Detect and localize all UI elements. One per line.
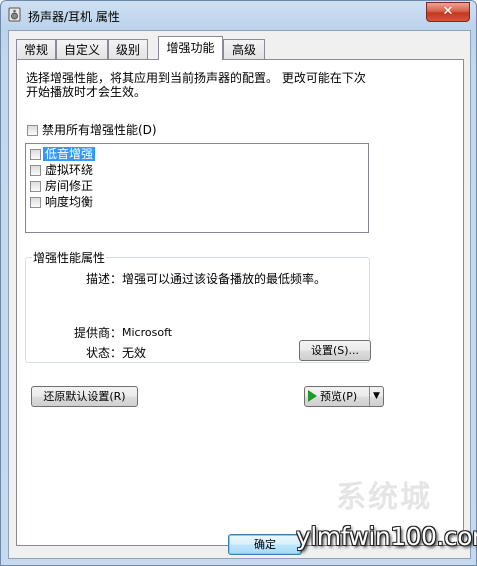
room-correction-label[interactable]: 房间修正 [45,179,93,193]
preview-button-label: 预览(P) [320,390,358,403]
watermark-logo: 系统城 [336,480,432,515]
loudness-equalization-checkbox[interactable] [30,197,41,208]
disable-all-checkbox[interactable] [27,125,38,136]
list-item-bass-boost[interactable]: 低音增强 [26,146,368,162]
restore-defaults-button[interactable]: 还原默认设置(R) [31,386,138,407]
room-correction-checkbox[interactable] [30,181,41,192]
enhancements-list[interactable]: 低音增强 虚拟环绕 房间修正 响度均衡 [25,143,369,233]
tab-enhancements[interactable]: 增强功能 [158,36,223,60]
description-line-2: 开始播放时才会生效。 [26,85,147,99]
title-bar[interactable]: 扬声器/耳机 属性 ✕ [1,1,476,29]
enhancements-description: 选择增强性能，将其应用到当前扬声器的配置。 更改可能在下次 开始播放时才会生效。 [26,71,366,99]
status-value: 无效 [122,346,147,360]
bass-boost-checkbox[interactable] [30,149,41,160]
ok-button[interactable]: 确定 [228,534,302,555]
tab-levels[interactable]: 级别 [108,39,148,59]
provider-value: Microsoft [122,326,173,339]
preview-split-button[interactable]: 预览(P) ▼ [304,386,384,407]
description-label: 描述： [86,272,123,286]
tab-general[interactable]: 常规 [16,39,56,59]
play-icon [308,390,317,402]
virtual-surround-checkbox[interactable] [30,165,41,176]
close-icon: ✕ [442,4,454,19]
settings-button[interactable]: 设置(S)... [299,340,371,361]
loudness-equalization-label[interactable]: 响度均衡 [45,195,93,209]
list-item-loudness-equalization[interactable]: 响度均衡 [26,194,368,210]
window-title: 扬声器/耳机 属性 [28,10,120,24]
description-line-1: 选择增强性能，将其应用到当前扬声器的配置。 更改可能在下次 [26,71,366,85]
provider-label: 提供商： [74,326,123,340]
enhancement-properties-title: 增强性能属性 [32,249,107,266]
speaker-properties-icon [8,7,21,22]
chevron-down-icon[interactable]: ▼ [369,387,383,406]
watermark-text: ylmfwin100.com [296,522,477,551]
tab-advanced[interactable]: 高级 [223,39,265,59]
list-item-room-correction[interactable]: 房间修正 [26,178,368,194]
close-button[interactable]: ✕ [426,2,470,22]
enhancement-properties-group: 增强性能属性 描述： 增强可以通过该设备播放的最低频率。 提供商： Micros… [25,249,371,363]
description-value: 增强可以通过该设备播放的最低频率。 [122,272,327,286]
bass-boost-label[interactable]: 低音增强 [43,147,96,161]
tab-custom[interactable]: 自定义 [56,39,108,59]
status-label: 状态： [86,346,123,360]
list-item-virtual-surround[interactable]: 虚拟环绕 [26,162,368,178]
disable-all-label[interactable]: 禁用所有增强性能(D) [42,123,157,137]
virtual-surround-label[interactable]: 虚拟环绕 [45,163,93,177]
